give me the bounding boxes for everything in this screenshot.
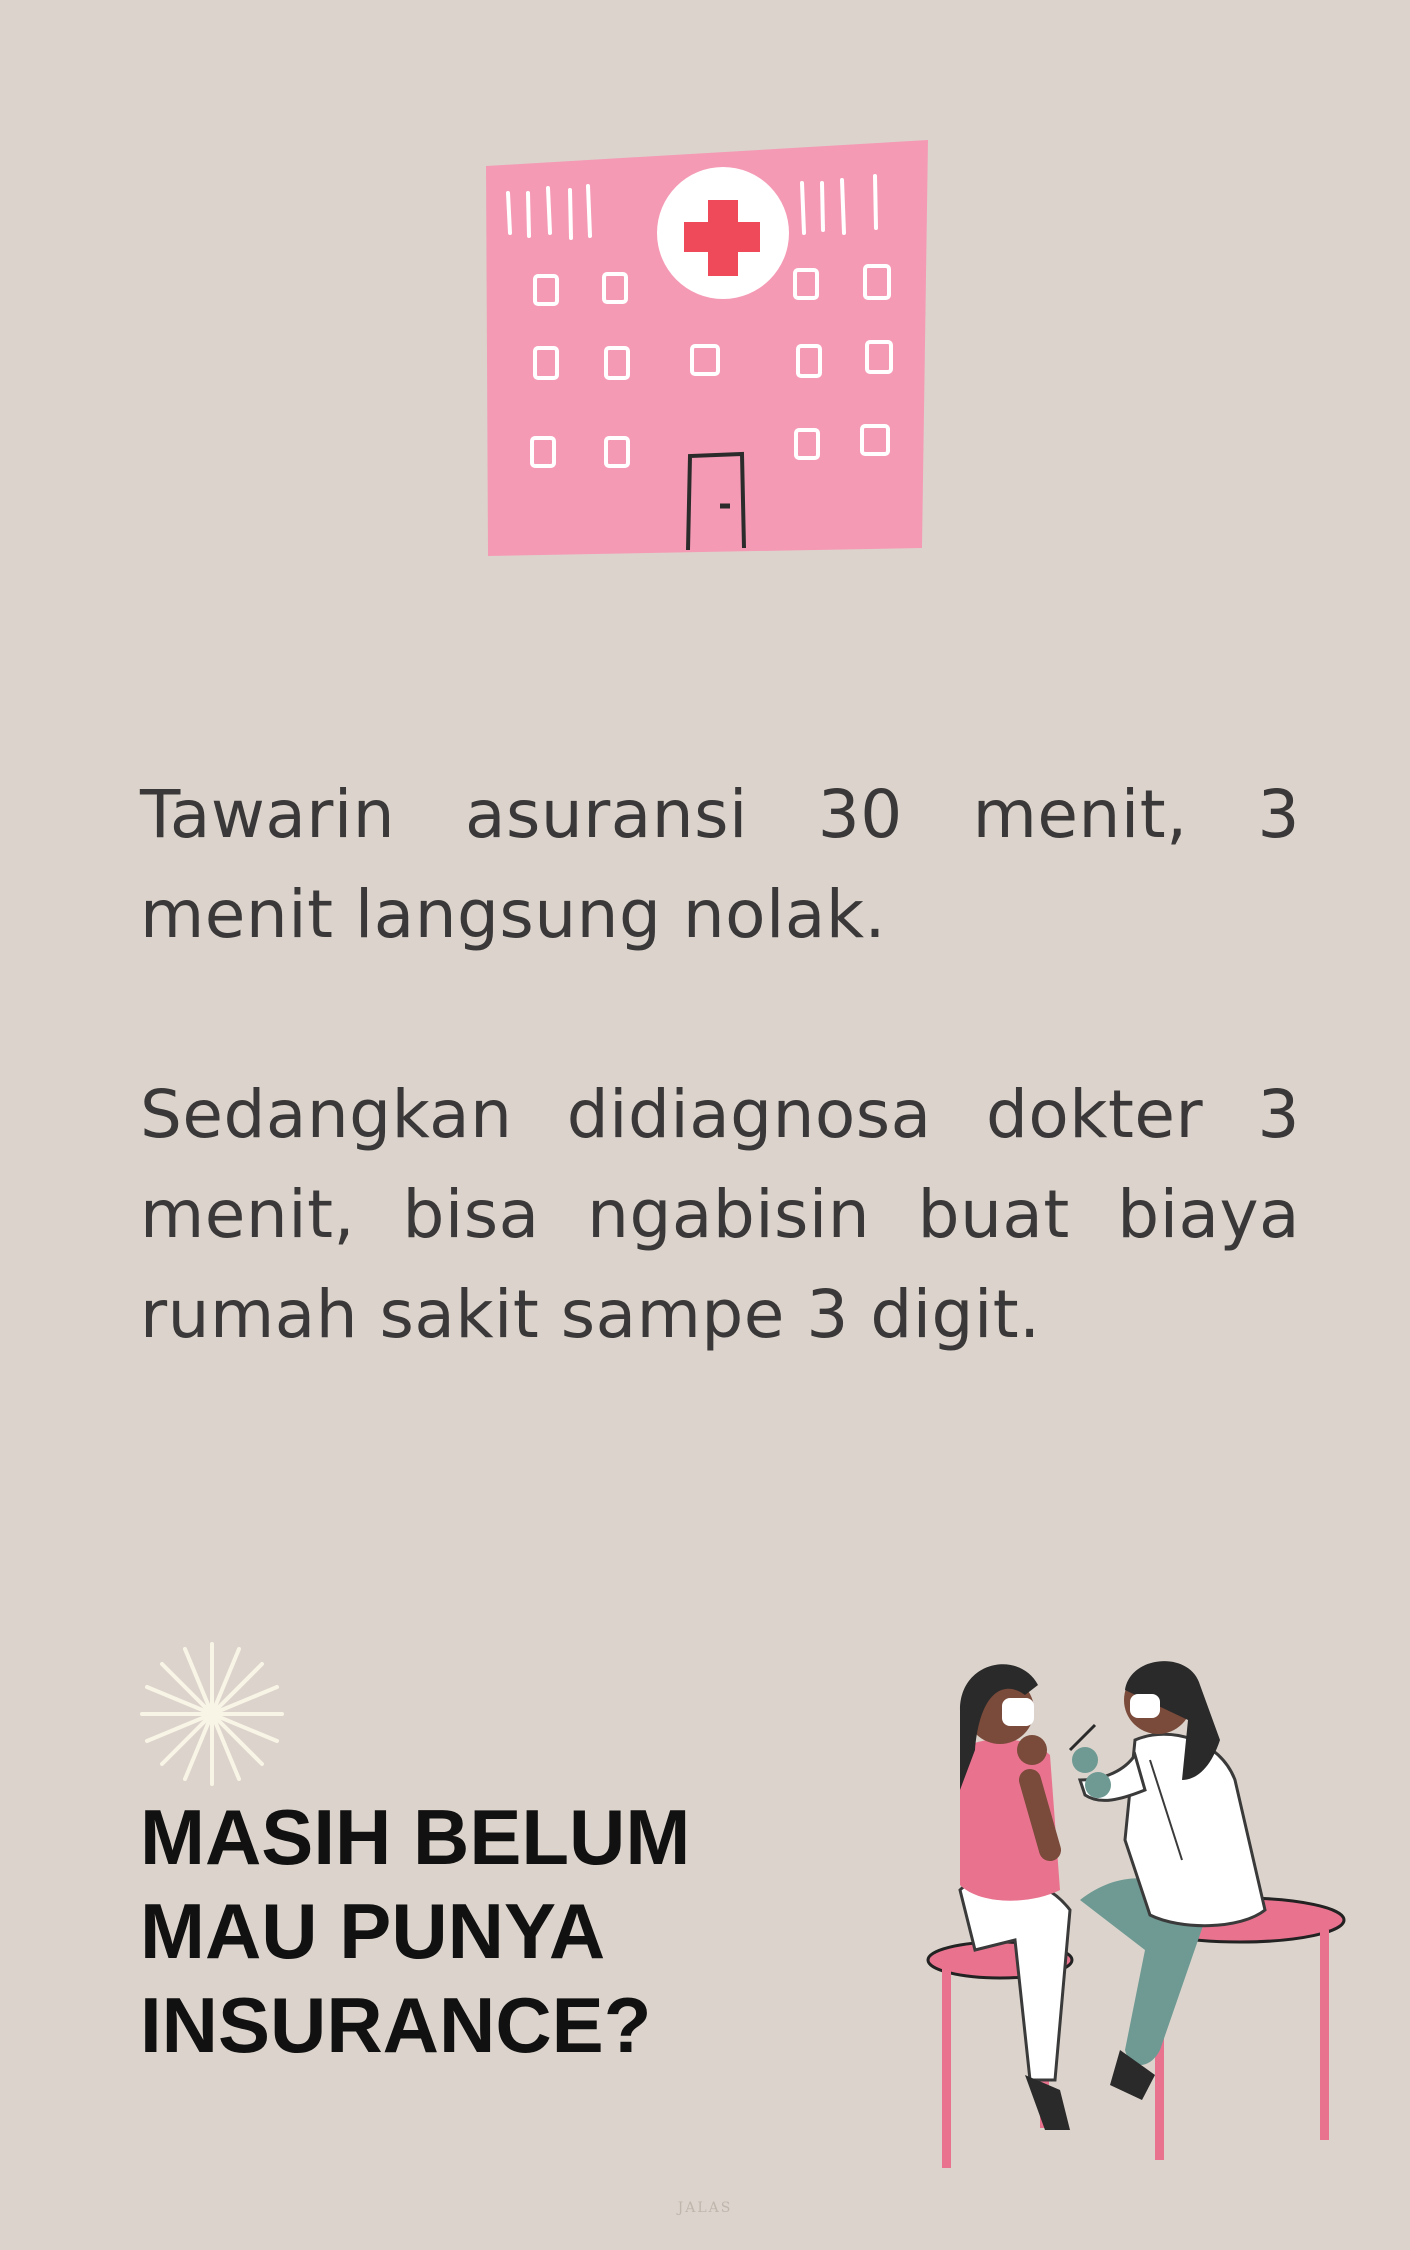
paragraph-1: Tawarin asuransi 30 menit, 3 menit langs… <box>140 776 1300 953</box>
footer-watermark: JALAS <box>677 2200 733 2216</box>
hospital-illustration <box>486 140 928 556</box>
cta-line-3: INSURANCE? <box>140 1981 652 2069</box>
sparkle-icon <box>140 1642 284 1786</box>
cta-line-1: MASIH BELUM <box>140 1793 691 1881</box>
cta-line-2: MAU PUNYA <box>140 1887 606 1975</box>
paragraph-2: Sedangkan didiagnosa dokter 3 menit, bis… <box>140 1076 1300 1353</box>
vaccination-illustration <box>926 1661 1346 2168</box>
cta-heading: MASIH BELUM MAU PUNYA INSURANCE? <box>140 1790 820 2072</box>
